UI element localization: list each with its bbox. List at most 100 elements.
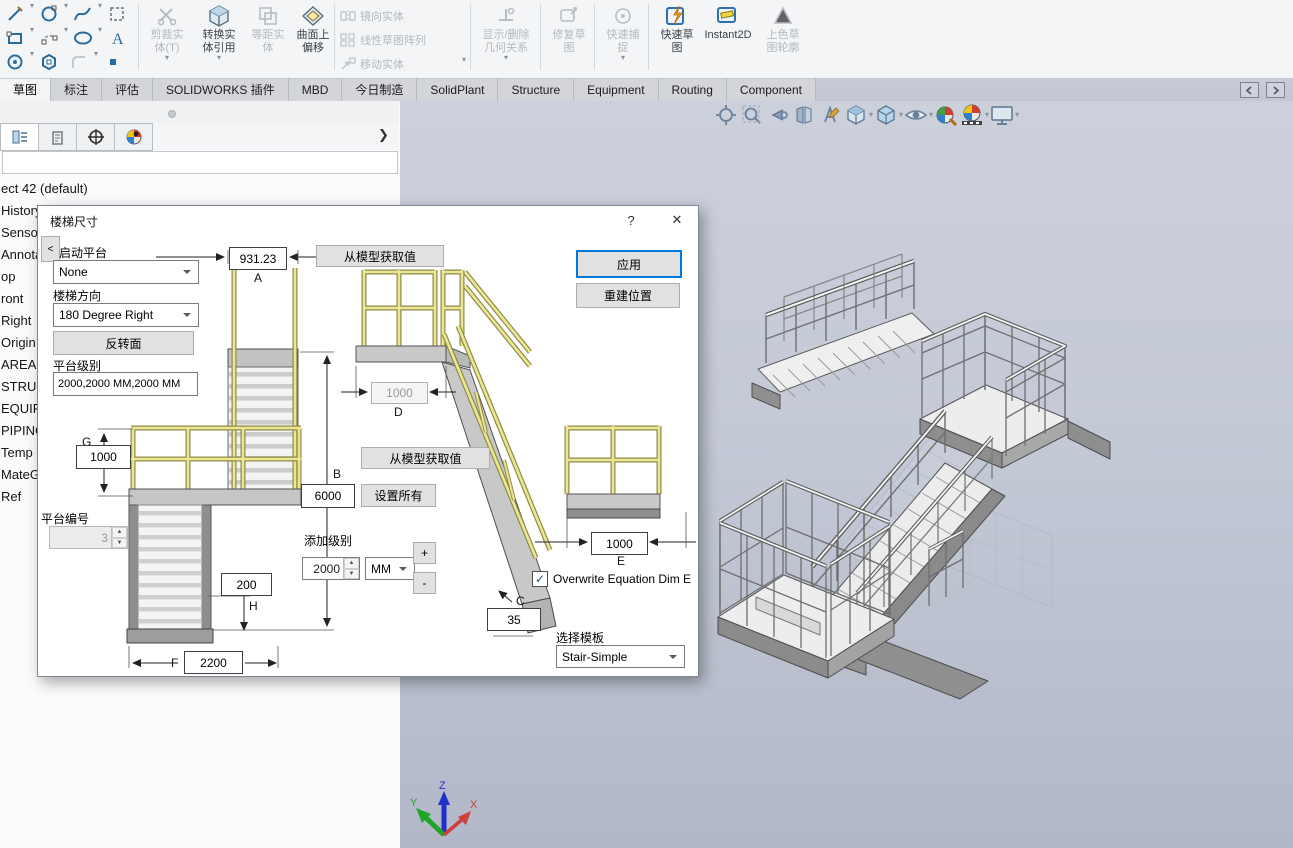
dialog-title: 楼梯尺寸 [50,213,98,230]
shaded-sketch-contours-icon [772,3,794,29]
collapse-pane-left-icon[interactable] [1240,82,1259,98]
tab-evaluate[interactable]: 评估 [102,78,153,101]
set-all-button[interactable]: 设置所有 [361,484,436,507]
point-icon[interactable] [98,50,128,74]
tab-structure[interactable]: Structure [498,78,574,101]
triad-z-label: Z [439,780,446,792]
tab-todaymfg[interactable]: 今日制造 [342,78,417,101]
overwrite-equation-checkbox[interactable]: ✓ [532,571,548,587]
dialog-collapse-button[interactable]: < [41,236,60,262]
tab-equipment[interactable]: Equipment [574,78,658,101]
splitter-grip[interactable] [168,110,176,118]
get-from-model-button-top[interactable]: 从模型获取值 [316,245,444,267]
group-flyout-caret[interactable]: ▾ [462,56,466,64]
arc-icon[interactable] [34,26,64,50]
tab-addins[interactable]: SOLIDWORKS 插件 [153,78,289,101]
tree-root-item[interactable]: ect 42 (default) [1,178,399,200]
dim-c-value[interactable]: 35 [487,608,541,631]
repair-sketch-icon [558,3,580,29]
panel-expand-chevron[interactable]: ❯ [378,127,389,143]
quick-snaps-button[interactable]: 快速捕 捉 ▾ [598,3,648,73]
flip-face-button[interactable]: 反转面 [53,331,194,355]
tab-component[interactable]: Component [727,78,816,101]
surface-offset-button[interactable]: 曲面上 偏移 [288,3,338,73]
triad-y-label: Y [410,797,418,809]
convert-entities-icon [207,3,231,29]
mirror-entities-button[interactable]: 镜向实体 [340,6,426,26]
stair-dimensions-dialog: A B C D E F G H 楼梯尺寸 ? ✕ < 启动平台 None 楼梯方… [37,205,699,677]
shaded-sketch-contours-button[interactable]: 上色草 图轮廓 [758,3,808,73]
dim-a-value[interactable]: 931.23 [229,247,287,270]
offset-entities-button[interactable]: 等距实 体 [243,3,293,73]
repair-sketch-button[interactable]: 修复草 图 [544,3,594,73]
quick-snaps-icon [612,3,634,29]
polygon-icon[interactable] [34,50,64,74]
dim-f-value[interactable]: 2200 [184,651,243,674]
quick-sketch-button[interactable]: 快速草 图 [652,3,702,73]
displaymanager-tab[interactable] [115,123,153,151]
dim-d-value[interactable]: 1000 [371,382,428,404]
tab-routing[interactable]: Routing [659,78,727,101]
platform-number-up[interactable]: ▲ [112,527,127,538]
platform-level-input[interactable]: 2000,2000 MM,2000 MM [53,372,198,396]
dim-b-value[interactable]: 6000 [301,484,355,508]
instant2d-label: Instant2D [704,29,751,42]
collapse-pane-right-icon[interactable] [1266,82,1285,98]
slot-icon[interactable] [0,50,30,74]
dim-letter-a: A [254,271,262,285]
propertymanager-icon [51,130,65,145]
configurations-tab[interactable] [77,123,115,151]
spline-icon[interactable] [68,2,98,26]
trim-box-icon[interactable] [102,2,132,26]
ellipse-icon[interactable] [68,26,98,50]
add-level-down[interactable]: ▼ [344,569,359,580]
line-icon[interactable] [0,2,30,26]
triad-x-label: X [470,799,478,811]
dialog-close-button[interactable]: ✕ [662,209,692,231]
add-level-plus-button[interactable]: + [413,542,436,564]
tab-mbd[interactable]: MBD [289,78,343,101]
convert-entities-button[interactable]: 转换实 体引用 ▾ [194,3,244,73]
dim-letter-d: D [394,405,403,419]
tab-sketch[interactable]: 草图 [0,78,51,101]
dim-e-value[interactable]: 1000 [591,532,648,555]
platform-number-down[interactable]: ▼ [112,538,127,549]
dialog-help-button[interactable]: ? [616,209,646,231]
featuremanager-tree-tab[interactable] [0,123,39,151]
dim-h-value[interactable]: 200 [221,573,272,596]
ribbon: ▾ ▾ ▾ ▾ ▾ ▾ A ▾ ▾ 剪裁实 体(T) ▾ 转换实 体引用 ▾ 等… [0,0,1293,79]
sketch-fillet-icon[interactable] [64,50,94,74]
get-from-model-button-mid[interactable]: 从模型获取值 [361,447,490,469]
unit-select[interactable]: MM [365,557,415,580]
display-delete-relations-button[interactable]: 显示/删除 几何关系 ▾ [476,3,536,73]
stair-direction-select[interactable]: 180 Degree Right [53,303,199,327]
rectangle-icon[interactable] [0,26,30,50]
repair-sketch-label: 修复草 图 [553,29,586,54]
surface-offset-icon [301,3,325,29]
instant2d-button[interactable]: Instant2D [700,3,756,73]
reference-triad: Y Z X [408,779,480,845]
tab-annotate[interactable]: 标注 [51,78,102,101]
rebuild-position-button[interactable]: 重建位置 [576,283,680,308]
platform-number-label: 平台编号 [41,510,89,527]
circle-icon[interactable] [34,2,64,26]
linear-sketch-pattern-button[interactable]: 线性草图阵列 [340,30,426,50]
tree-filter-box[interactable] [2,151,398,174]
move-entities-button[interactable]: 移动实体 [340,54,426,74]
quick-sketch-icon [665,3,689,29]
platform-number-stepper[interactable]: 3 ▲▼ [49,526,128,549]
add-level-stepper[interactable]: 2000 ▲▼ [302,557,360,580]
start-platform-select[interactable]: None [53,260,199,284]
add-level-minus-button[interactable]: - [413,572,436,594]
tab-solidplant[interactable]: SolidPlant [417,78,498,101]
trim-entities-button[interactable]: 剪裁实 体(T) ▾ [142,3,192,73]
add-level-up[interactable]: ▲ [344,558,359,569]
apply-button[interactable]: 应用 [576,250,682,278]
panel-splitter[interactable] [0,101,399,124]
dim-letter-h: H [249,599,258,613]
dim-g-value[interactable]: 1000 [76,445,131,469]
template-select[interactable]: Stair-Simple [556,645,685,668]
linear-sketch-pattern-icon [340,33,356,47]
text-icon[interactable]: A [102,26,132,50]
propertymanager-tab[interactable] [39,123,77,151]
